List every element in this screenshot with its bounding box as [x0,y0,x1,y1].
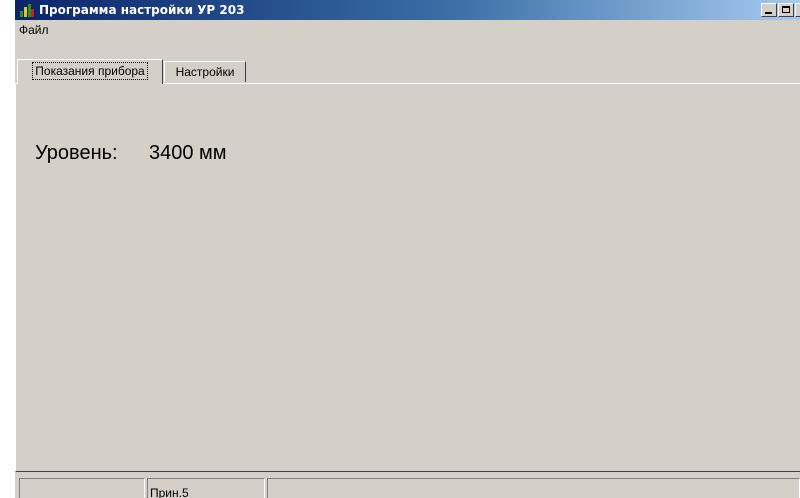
tab-readings[interactable]: Показания прибора [17,59,163,84]
status-panel-2: Прин.5 [147,478,265,498]
level-label: Уровень: [35,142,118,164]
title-bar[interactable]: Программа настройки УР 203 × [15,0,800,20]
window-title: Программа настройки УР 203 [39,3,245,17]
readings-panel: Уровень: 3400 мм [15,83,800,472]
minimize-icon [765,12,772,14]
status-panel-1 [19,478,145,498]
minimize-button[interactable] [761,3,777,17]
main-window: Программа настройки УР 203 × Файл Показа… [15,0,800,498]
tab-settings-label: Настройки [175,65,235,79]
close-button[interactable]: × [795,3,800,17]
status-bar: Прин.5 [15,474,800,498]
maximize-button[interactable] [778,3,794,17]
level-value: 3400 мм [149,142,227,164]
app-icon [19,2,35,18]
tab-settings[interactable]: Настройки [164,61,246,82]
menu-file[interactable]: Файл [16,23,52,37]
status-panel-3 [267,478,800,498]
tab-readings-label: Показания прибора [32,62,148,80]
maximize-icon [782,6,790,13]
menu-bar: Файл [15,20,800,40]
